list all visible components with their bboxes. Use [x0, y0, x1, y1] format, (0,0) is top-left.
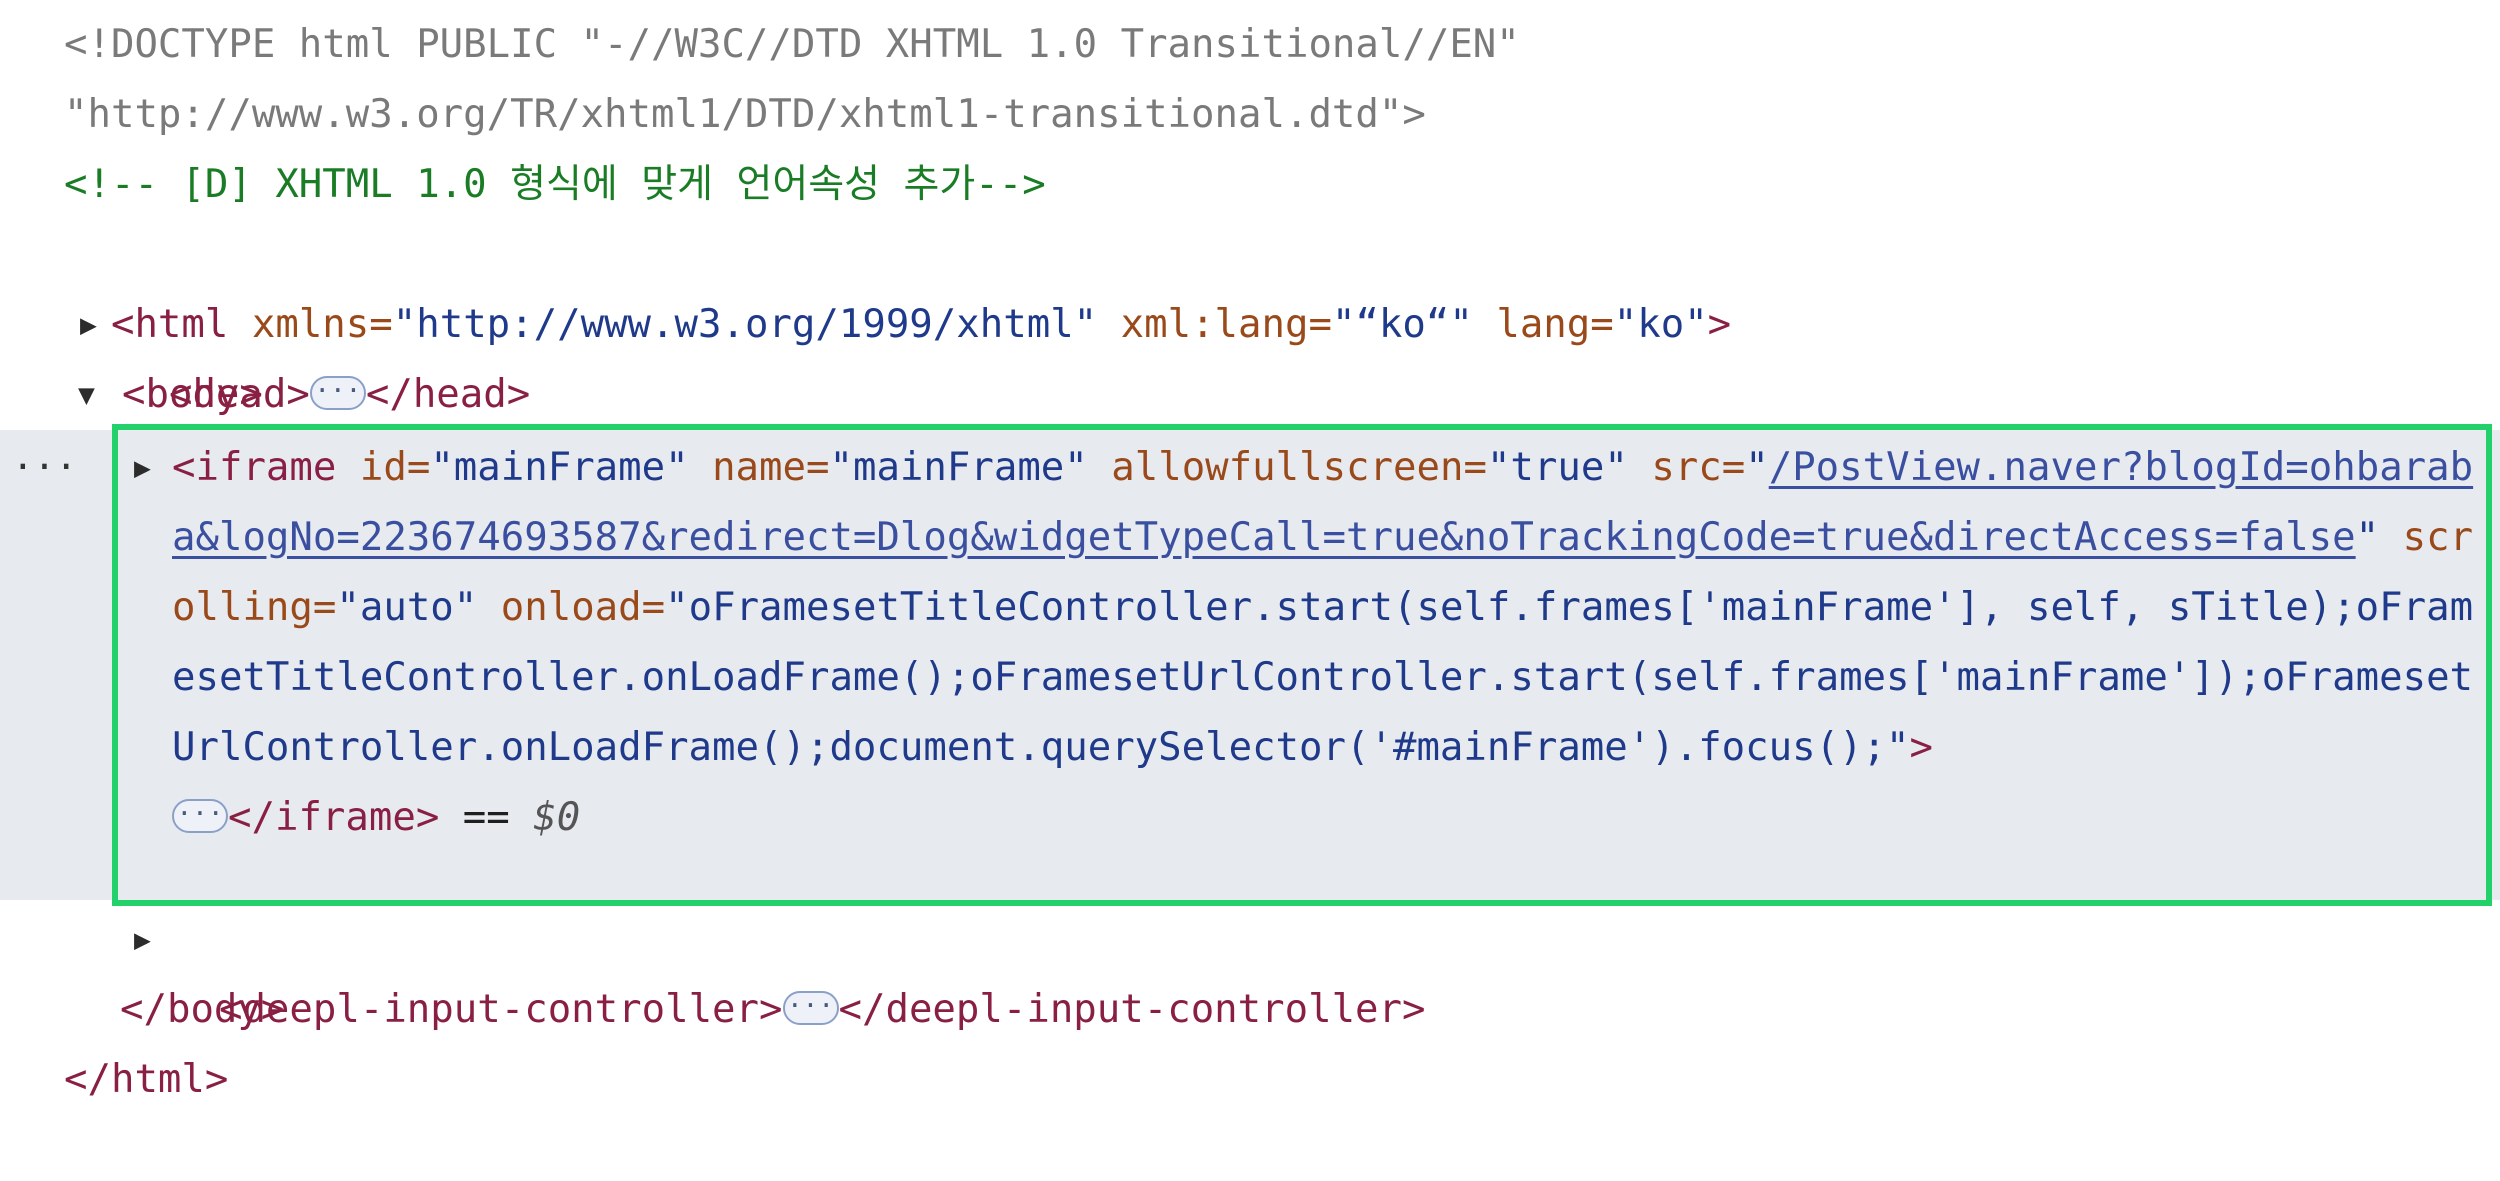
- deepl-expand-triangle-icon[interactable]: ▶: [134, 905, 151, 975]
- deepl-open-tag: <deepl-input-controller>: [218, 987, 783, 1032]
- html-comment: <!-- [D] XHTML 1.0 형식에 맞게 언어속성 추가-->: [64, 162, 1046, 207]
- html-open-tag[interactable]: <html xmlns="http://www.w3.org/1999/xhtm…: [64, 220, 1731, 347]
- lang-attr-value: "ko": [1613, 302, 1708, 347]
- html-close-tag[interactable]: </html>: [64, 1045, 228, 1115]
- xml-lang-attr-name: xml:lang=: [1120, 302, 1332, 347]
- deepl-ellipsis-button[interactable]: ···: [782, 990, 839, 1025]
- body-close-tag[interactable]: </body>: [120, 975, 284, 1045]
- head-close-tag: </head>: [365, 372, 531, 417]
- body-open-tag[interactable]: <body>: [122, 360, 263, 430]
- deepl-input-controller-node[interactable]: <deepl-input-controller> ··· </deepl-input…: [172, 905, 1426, 1032]
- doctype-line-1: <!DOCTYPE html PUBLIC "-//W3C//DTD XHTML…: [64, 22, 1520, 67]
- head-node[interactable]: <head> ··· </head>: [122, 290, 530, 417]
- html-tag-close-bracket: >: [1707, 302, 1732, 347]
- head-expand-triangle-icon[interactable]: ▶: [80, 290, 97, 360]
- deepl-close-tag: </deepl-input-controller>: [838, 987, 1426, 1032]
- row-more-options-icon[interactable]: ···: [12, 433, 77, 503]
- doctype-line-2: "http://www.w3.org/TR/xhtml1/DTD/xhtml1-…: [64, 92, 1426, 137]
- lang-attr-name: lang=: [1496, 302, 1614, 347]
- body-collapse-triangle-icon[interactable]: ▼: [78, 360, 95, 430]
- highlight-outline: [112, 424, 2492, 906]
- head-ellipsis-button[interactable]: ···: [309, 375, 366, 410]
- xml-lang-attr-value: "“ko“": [1331, 302, 1473, 347]
